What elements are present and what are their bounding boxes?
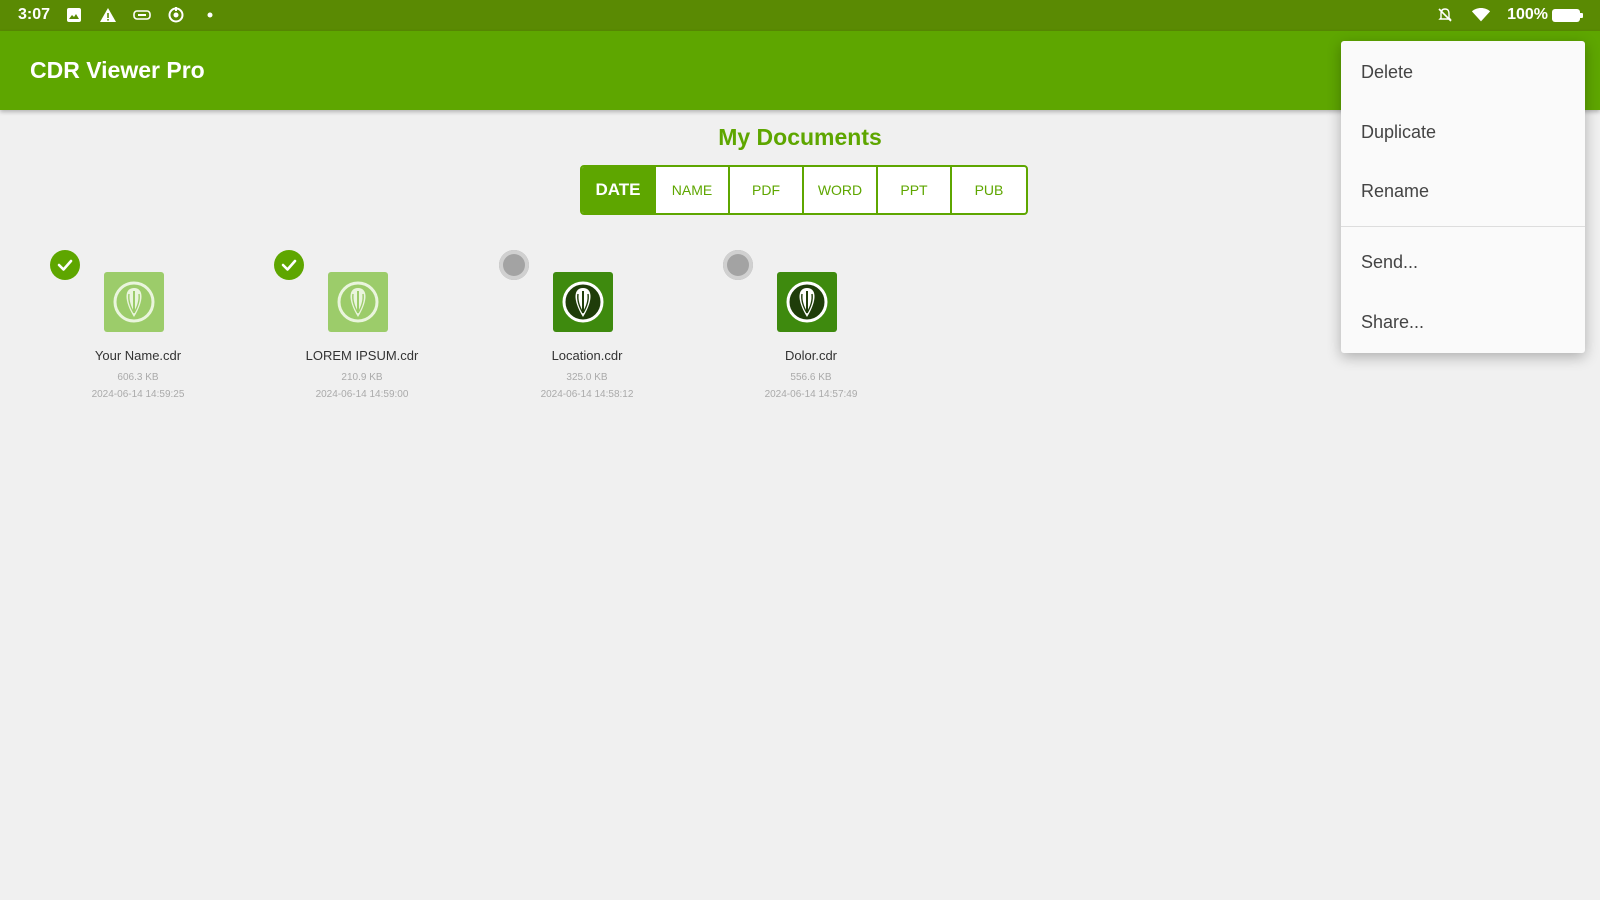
document-size: 325.0 KB [566,372,608,383]
document-name: Your Name.cdr [94,348,182,363]
menu-item-delete[interactable]: Delete [1341,46,1585,98]
battery-status: 100% [1507,6,1583,24]
document-item[interactable]: Location.cdr 325.0 KB 2024-06-14 14:58:1… [497,246,677,406]
selected-check-icon[interactable] [50,250,80,280]
context-menu: Delete Duplicate Rename Send... Share... [1341,41,1585,353]
sort-filter-tabs: DATE NAME PDF WORD PPT PUB [580,165,1028,215]
tab-pub[interactable]: PUB [952,167,1026,213]
unselected-circle-icon[interactable] [723,250,753,280]
document-date: 2024-06-14 14:59:25 [91,389,185,400]
wifi-icon [1471,5,1491,25]
battery-icon [1552,8,1583,22]
tab-word[interactable]: WORD [804,167,878,213]
selected-check-icon[interactable] [274,250,304,280]
cdr-file-icon [104,272,164,332]
document-date: 2024-06-14 14:57:49 [764,389,858,400]
status-left: 3:07 [18,5,220,25]
sync-icon [166,5,186,25]
document-item[interactable]: Dolor.cdr 556.6 KB 2024-06-14 14:57:49 [721,246,901,406]
document-name: Location.cdr [551,348,623,363]
tab-ppt[interactable]: PPT [878,167,952,213]
unselected-circle-icon[interactable] [499,250,529,280]
status-bar: 3:07 100% [0,0,1600,31]
notifications-off-icon [1435,5,1455,25]
document-item[interactable]: Your Name.cdr 606.3 KB 2024-06-14 14:59:… [48,246,228,406]
menu-item-rename[interactable]: Rename [1341,165,1585,217]
shield-icon [132,5,152,25]
menu-divider [1341,226,1585,227]
battery-percent: 100% [1507,6,1548,23]
tab-pdf[interactable]: PDF [730,167,804,213]
status-time: 3:07 [18,6,51,23]
tab-date[interactable]: DATE [582,167,656,213]
warning-icon [98,5,118,25]
app-title: CDR Viewer Pro [30,57,205,83]
document-item[interactable]: LOREM IPSUM.cdr 210.9 KB 2024-06-14 14:5… [272,246,452,406]
menu-item-duplicate[interactable]: Duplicate [1341,106,1585,158]
image-icon [64,5,84,25]
cdr-file-icon [553,272,613,332]
cdr-file-icon [777,272,837,332]
cdr-file-icon [328,272,388,332]
dot-icon [200,5,220,25]
document-size: 606.3 KB [117,372,159,383]
document-date: 2024-06-14 14:59:00 [315,389,409,400]
document-name: Dolor.cdr [784,348,838,363]
menu-item-send[interactable]: Send... [1341,236,1585,288]
document-size: 556.6 KB [790,372,832,383]
status-right: 100% [1435,5,1583,25]
document-name: LOREM IPSUM.cdr [305,348,419,363]
document-size: 210.9 KB [341,372,383,383]
tab-name[interactable]: NAME [656,167,730,213]
menu-item-share[interactable]: Share... [1341,296,1585,348]
document-date: 2024-06-14 14:58:12 [540,389,634,400]
